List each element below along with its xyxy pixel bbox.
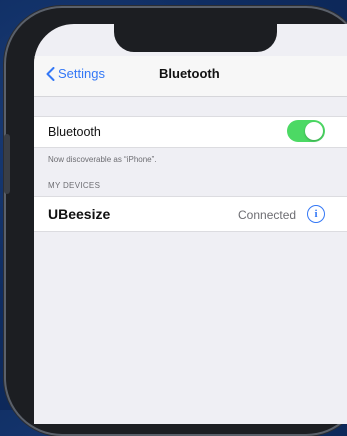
notch <box>114 24 277 52</box>
toggle-knob <box>305 122 323 140</box>
chevron-left-icon <box>46 66 55 81</box>
bluetooth-label: Bluetooth <box>48 125 101 139</box>
phone-frame: Settings Bluetooth Bluetooth Now discove… <box>4 6 347 436</box>
section-header-my-devices: MY DEVICES <box>48 181 101 190</box>
bluetooth-row: Bluetooth <box>34 116 347 148</box>
discoverable-text: Now discoverable as “iPhone”. <box>48 155 157 164</box>
device-name: UBeesize <box>48 206 111 222</box>
info-icon[interactable]: i <box>307 205 325 223</box>
back-button-label: Settings <box>58 66 105 81</box>
page-title: Bluetooth <box>159 66 220 81</box>
bluetooth-toggle[interactable] <box>287 120 325 142</box>
device-status: Connected <box>238 208 297 222</box>
side-button <box>4 134 10 194</box>
back-button[interactable]: Settings <box>46 66 105 81</box>
device-row[interactable]: UBeesize Connected i <box>34 196 347 232</box>
phone-screen: Settings Bluetooth Bluetooth Now discove… <box>34 24 347 424</box>
navbar-divider <box>34 96 347 97</box>
navigation-bar: Settings Bluetooth <box>34 56 347 96</box>
